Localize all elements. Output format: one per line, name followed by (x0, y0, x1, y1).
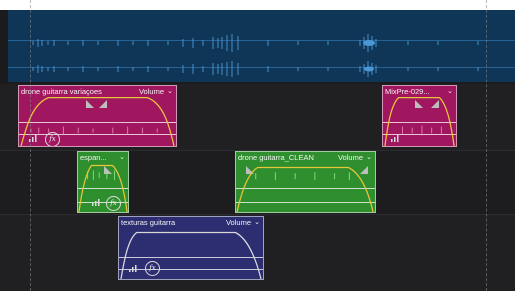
audio-clip-espan[interactable]: espan... ⌄ fx (77, 151, 129, 213)
master-waveform (32, 34, 479, 77)
level-meter-icon (391, 135, 399, 142)
volume-envelope[interactable] (119, 217, 263, 279)
fx-icon[interactable]: fx (106, 196, 121, 211)
timeline-panel[interactable]: drone guitarra variaçoes Volume ⌄ fx Mix… (0, 0, 515, 291)
level-meter-icon (92, 199, 100, 206)
audio-clip-texturas[interactable]: texturas guitarra Volume ⌄ fx (118, 216, 264, 280)
fx-icon[interactable]: fx (145, 261, 160, 276)
track-separator (0, 214, 515, 215)
volume-envelope[interactable] (19, 86, 176, 146)
timeline-top-edge (0, 0, 515, 10)
master-audio-track[interactable] (8, 10, 515, 82)
timeline-marker-line[interactable] (486, 0, 487, 291)
fx-icon[interactable]: fx (45, 132, 60, 146)
timeline-marker-line[interactable] (30, 0, 31, 291)
level-meter-icon (129, 265, 137, 272)
audio-clip-mixpre[interactable]: MixPre-029... ⌄ (382, 85, 457, 147)
audio-clip-drone-clean[interactable]: drone guitarra_CLEAN Volume ⌄ (235, 151, 376, 213)
volume-envelope[interactable] (236, 152, 375, 212)
audio-clip-drone-variacoes[interactable]: drone guitarra variaçoes Volume ⌄ fx (18, 85, 177, 147)
